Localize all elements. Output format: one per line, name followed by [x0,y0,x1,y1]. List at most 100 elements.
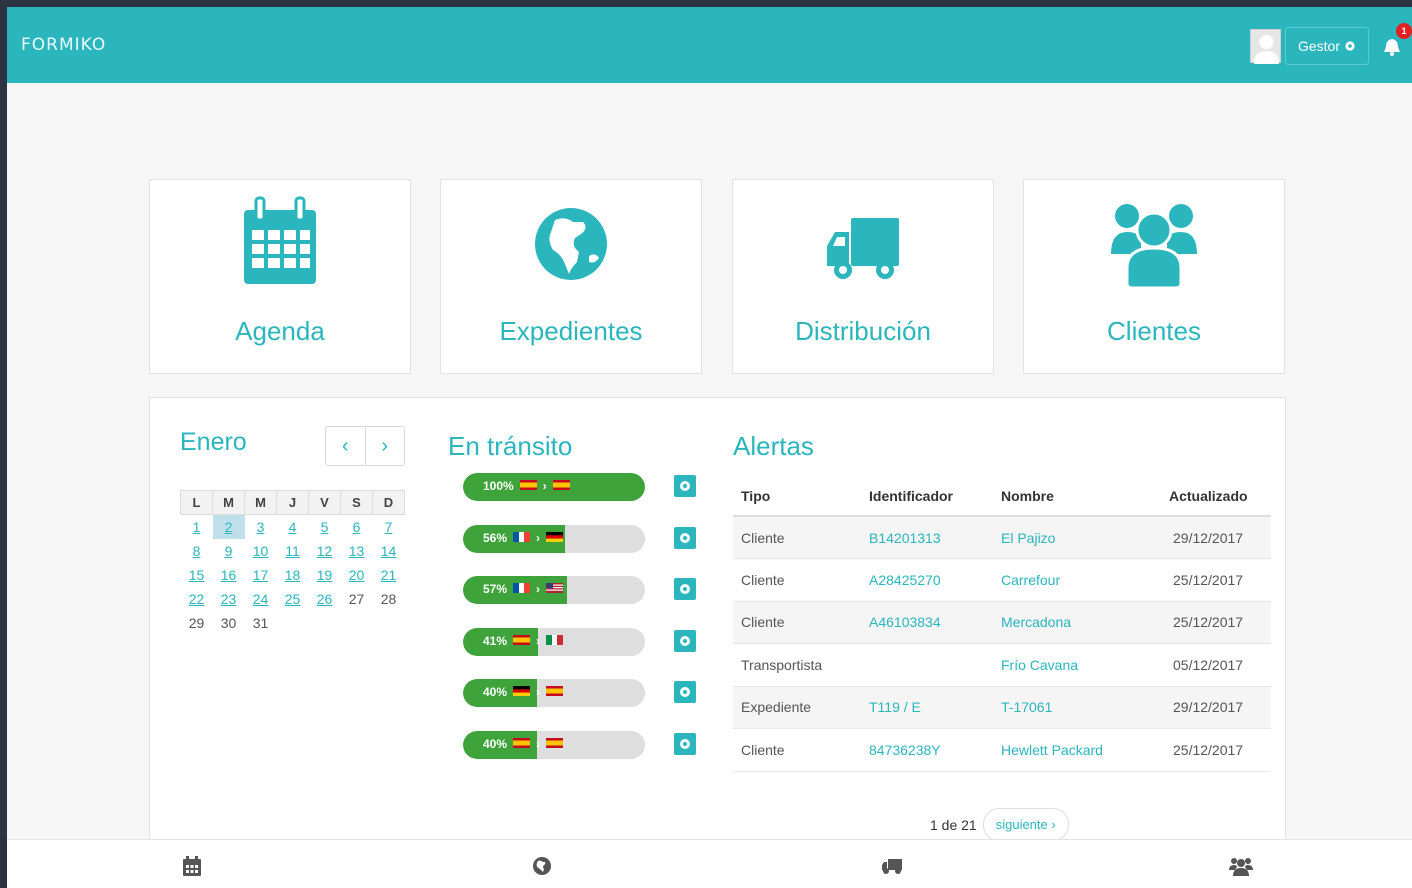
origin-flag-icon [513,634,531,648]
prev-month-button[interactable]: ‹ [326,427,366,465]
calendar-day[interactable]: 25 [277,587,309,611]
alert-updated: 29/12/2017 [1161,686,1271,729]
calendar-day[interactable]: 10 [245,539,277,563]
bottom-nav-clientes[interactable] [1229,854,1253,878]
progress-label: 56% › [483,531,564,545]
arrow-right-icon: › [536,582,541,597]
calendar-day: 29 [188,614,205,631]
alert-name[interactable]: El Pajizo [993,516,1161,559]
dashboard-panel: Enero ‹ › LMMJVSD 1 2 3 4 5 6 7 8 9 10 11 12 13 14 15 1… [149,397,1286,857]
weekday-header: S [340,490,373,515]
calendar-day[interactable]: 19 [309,563,341,587]
transit-settings-button[interactable] [674,526,696,549]
calendar-day: 28 [380,590,397,607]
gear-icon [680,532,690,543]
weekday-header: J [276,490,309,515]
chevron-right-icon: › [381,434,389,457]
gear-icon [680,481,690,491]
transit-settings-button[interactable] [674,733,696,755]
alert-identifier[interactable] [861,643,993,687]
alert-identifier[interactable]: B14201313 [861,516,993,559]
alert-identifier[interactable]: A28425270 [861,558,993,602]
tile-clientes[interactable]: Clientes [1023,179,1285,374]
origin-flag-icon [519,479,537,493]
destination-flag-icon [552,479,570,493]
destination-flag-icon [546,634,564,648]
alert-name[interactable]: Hewlett Packard [993,728,1161,772]
calendar-day[interactable]: 22 [181,587,213,611]
table-row[interactable]: Cliente A28425270 Carrefour 25/12/2017 [733,558,1271,602]
calendar-day[interactable]: 4 [277,515,309,539]
calendar-day[interactable]: 2 [212,514,245,539]
alert-updated: 25/12/2017 [1161,601,1271,644]
bottom-nav-agenda[interactable] [180,854,204,878]
calendar-day[interactable]: 13 [341,539,373,563]
avatar[interactable] [1250,29,1281,64]
calendar-day[interactable]: 11 [277,539,309,563]
transit-item[interactable]: 100% › [463,473,703,503]
user-menu-button[interactable]: Gestor [1285,27,1369,65]
tile-distribucion[interactable]: Distribución [732,179,994,374]
transit-item[interactable]: 40% › [463,679,703,709]
bell-icon[interactable] [1383,37,1401,57]
truck-icon [882,859,902,874]
calendar-day[interactable]: 1 [181,515,213,539]
transit-settings-button[interactable] [674,681,696,704]
transit-item[interactable]: 41% › [463,627,703,658]
alert-identifier[interactable]: 84736238Y [861,728,993,772]
next-page-button[interactable]: siguiente › [982,808,1069,841]
transit-item[interactable]: 56% › [463,524,703,555]
calendar-day[interactable]: 16 [213,563,245,587]
origin-flag-icon [513,582,531,596]
alert-name[interactable]: Frío Cavana [993,643,1161,687]
table-row[interactable]: Transportista Frío Cavana 05/12/2017 [733,643,1271,687]
destination-flag-icon [546,531,564,545]
bottom-nav-expedientes[interactable] [530,854,554,878]
table-row[interactable]: Cliente A46103834 Mercadona 25/12/2017 [733,601,1271,644]
calendar-day[interactable]: 7 [373,515,405,539]
next-month-button[interactable]: › [366,427,405,465]
alert-updated: 25/12/2017 [1161,728,1271,772]
bottom-nav-distribucion[interactable] [880,854,904,878]
calendar-day[interactable]: 14 [373,539,405,563]
calendar-day[interactable]: 24 [245,587,277,611]
transit-settings-button[interactable] [674,475,696,497]
alert-identifier[interactable]: T119 / E [861,686,993,729]
chevron-left-icon: ‹ [341,434,349,457]
transit-settings-button[interactable] [674,578,696,601]
brand-logo[interactable]: FORMIKO [21,35,106,55]
table-row[interactable]: Cliente B14201313 El Pajizo 29/12/2017 [733,516,1271,559]
alert-type: Expediente [733,686,861,729]
calendar-day[interactable]: 8 [181,539,213,563]
transit-item[interactable]: 40% › [463,731,703,761]
destination-flag-icon [546,685,564,699]
calendar-day[interactable]: 9 [213,539,245,563]
progress-percent: 40% [483,685,508,700]
calendar-day[interactable]: 12 [309,539,341,563]
calendar-day[interactable]: 3 [245,515,277,539]
calendar-day[interactable]: 23 [213,587,245,611]
alert-identifier[interactable]: A46103834 [861,601,993,644]
calendar-day[interactable]: 15 [181,563,213,587]
tile-agenda[interactable]: Agenda [149,179,411,374]
calendar-day[interactable]: 26 [309,587,341,611]
transit-item[interactable]: 57% › [463,576,703,606]
calendar-day[interactable]: 6 [341,515,373,539]
transit-settings-button[interactable] [674,629,696,652]
table-row[interactable]: Expediente T119 / E T-17061 29/12/2017 [733,686,1271,729]
tile-expedientes[interactable]: Expedientes [440,179,702,374]
column-header: Actualizado [1161,476,1271,517]
calendar-day[interactable]: 18 [277,563,309,587]
gear-icon [680,635,690,646]
calendar-day[interactable]: 21 [373,563,405,587]
calendar-day[interactable]: 20 [341,563,373,587]
alert-name[interactable]: Carrefour [993,558,1161,602]
calendar-day[interactable]: 5 [309,515,341,539]
calendar-day[interactable]: 17 [245,563,277,587]
progress-bar: 100% › [463,473,645,501]
alert-name[interactable]: T-17061 [993,686,1161,729]
arrow-right-icon: › [536,737,541,751]
alert-name[interactable]: Mercadona [993,601,1161,644]
progress-label: 41% › [483,634,564,648]
table-row[interactable]: Cliente 84736238Y Hewlett Packard 25/12/201… [733,728,1271,772]
